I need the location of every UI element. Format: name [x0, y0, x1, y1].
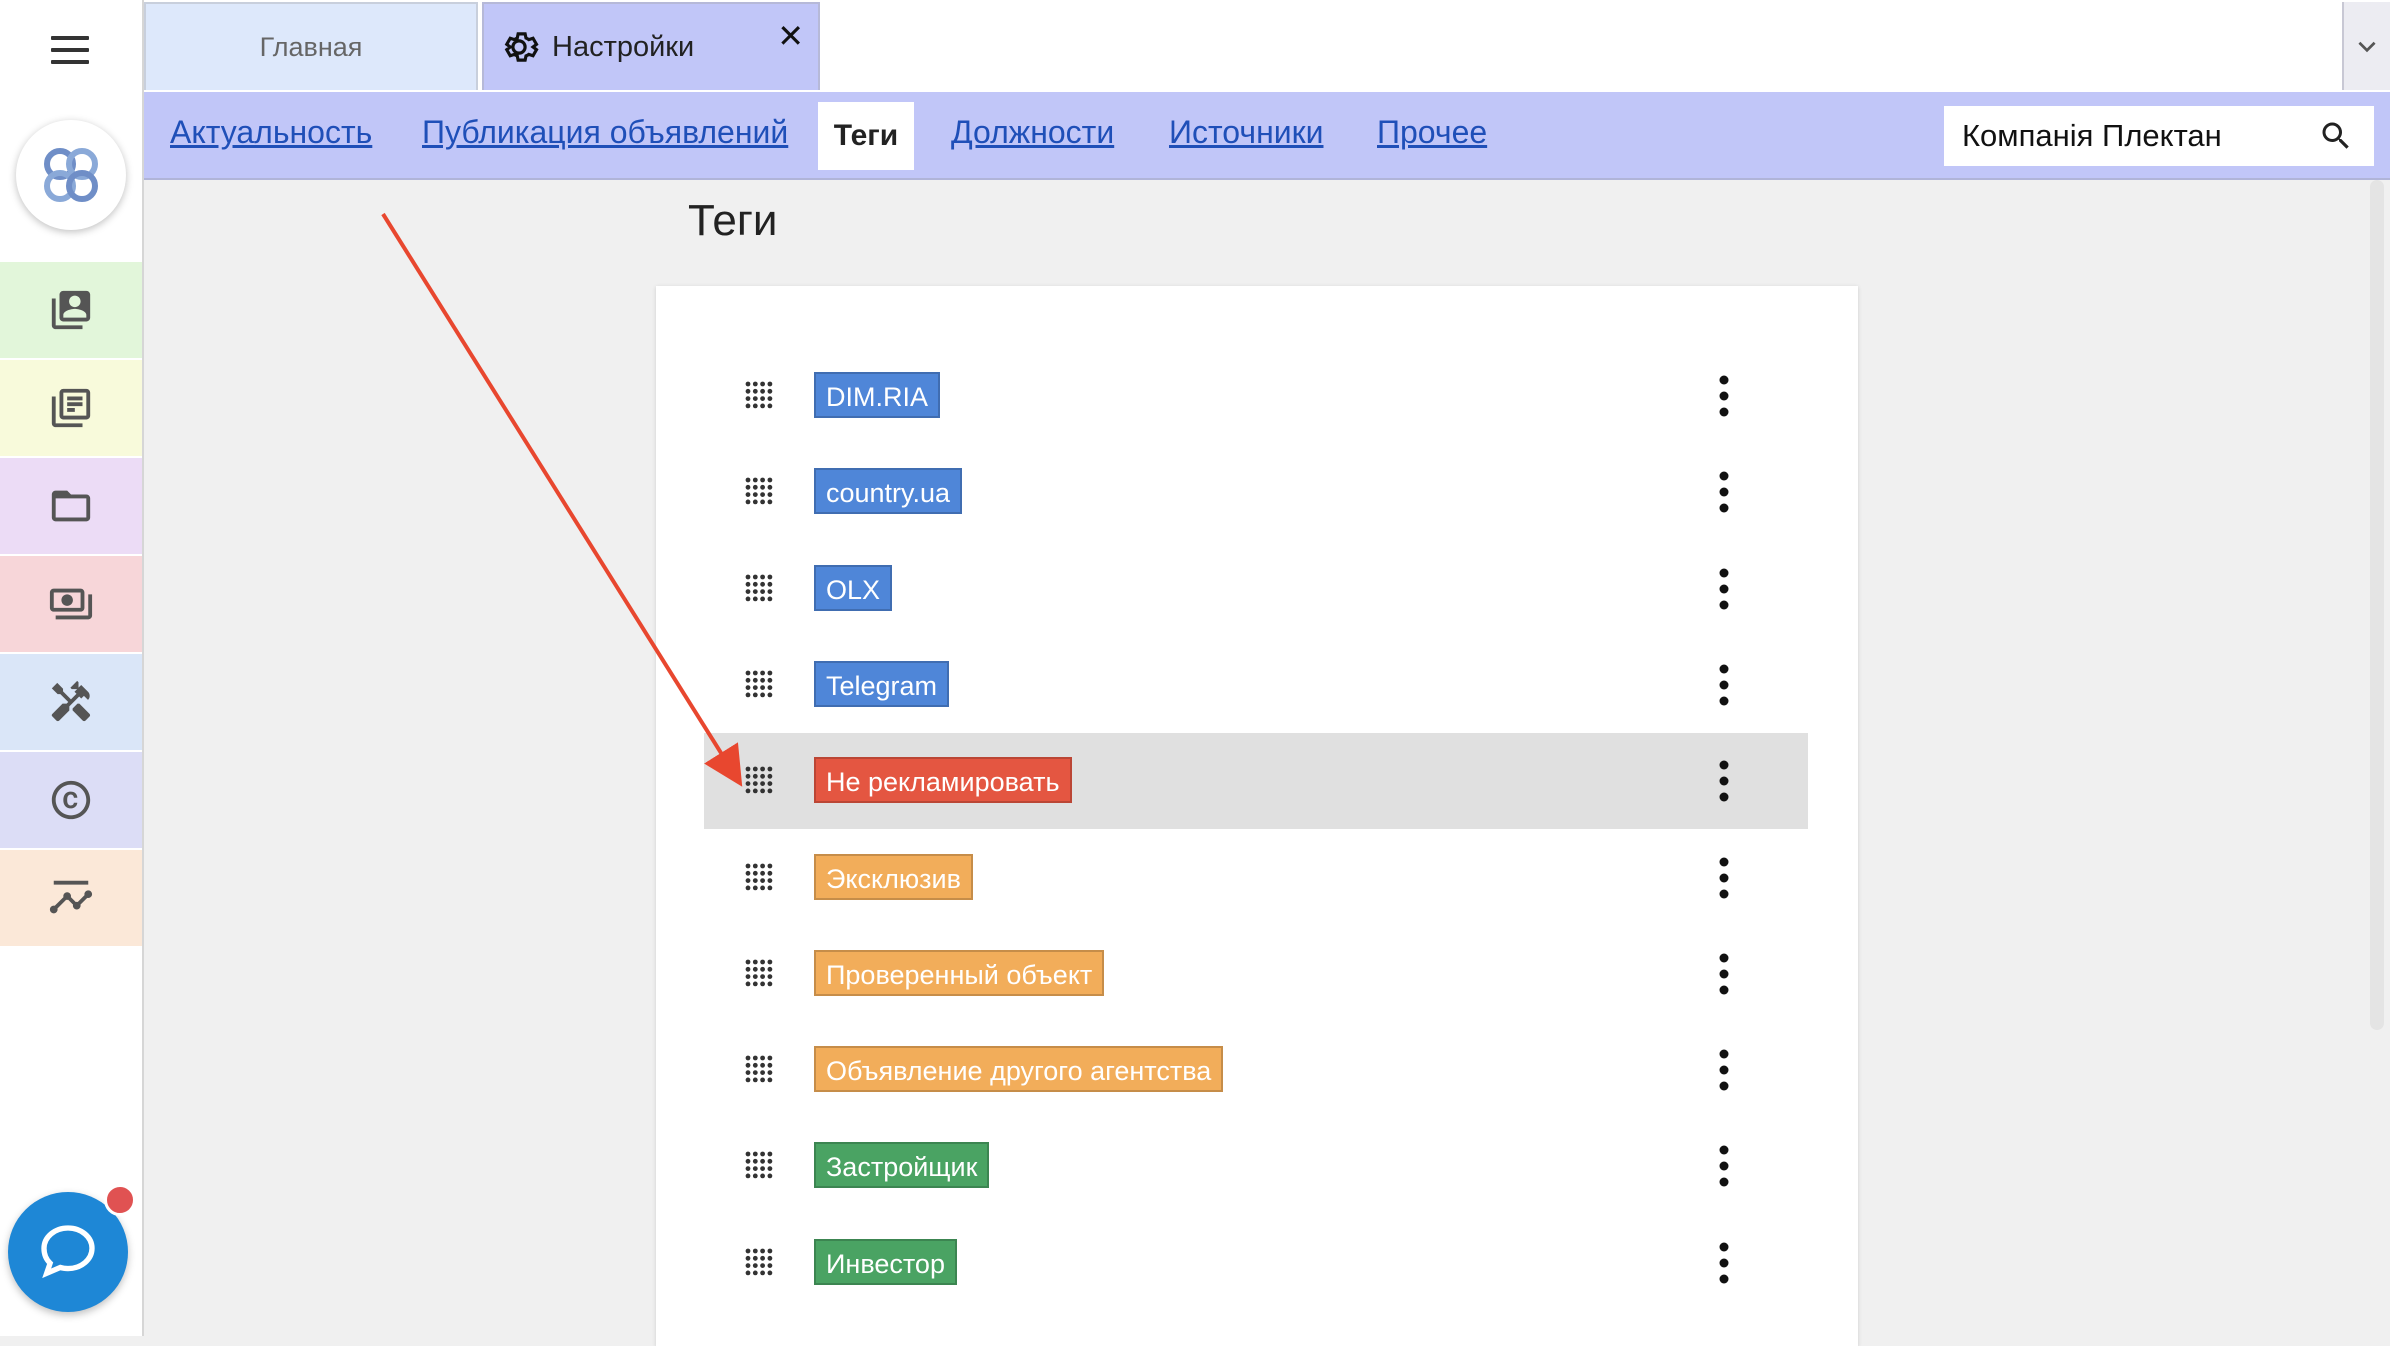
notification-badge: [104, 1184, 136, 1216]
more-vert-icon[interactable]: [1716, 950, 1732, 998]
listings-icon: [51, 388, 91, 428]
tab-label: Главная: [259, 31, 363, 62]
subnav-link-other[interactable]: Прочее: [1377, 114, 1487, 151]
page-title: Теги: [688, 196, 778, 245]
tab-bar: Главная Настройки ✕: [144, 0, 2390, 92]
sidebar-item-analytics[interactable]: [0, 850, 142, 946]
tag-row[interactable]: Telegram: [704, 637, 1808, 733]
sidebar-item-contacts[interactable]: [0, 262, 142, 358]
scrollbar-thumb[interactable]: [2370, 180, 2384, 1030]
subnav-link-publication[interactable]: Публикация объявлений: [422, 114, 788, 151]
menu-icon[interactable]: [51, 36, 89, 64]
tag-chip[interactable]: Объявление другого агентства: [814, 1046, 1224, 1093]
subnav-link-relevance[interactable]: Актуальность: [170, 114, 372, 151]
drag-handle-icon[interactable]: [744, 1247, 774, 1277]
tag-row[interactable]: country.ua: [704, 444, 1808, 540]
company-search: [1944, 106, 2374, 166]
folder-icon: [51, 490, 91, 522]
tags-list-card: DIM.RIA country.ua OLX Telegram Не рекламиро…: [656, 286, 1858, 1346]
more-vert-icon[interactable]: [1716, 661, 1732, 709]
tag-chip[interactable]: Застройщик: [814, 1142, 990, 1189]
drag-handle-icon[interactable]: [744, 1150, 774, 1180]
tag-row[interactable]: Застройщик: [704, 1118, 1808, 1214]
gear-icon: [504, 32, 539, 62]
tag-row[interactable]: Эксклюзив: [704, 830, 1808, 926]
drag-handle-icon[interactable]: [744, 862, 774, 892]
sidebar-item-finance[interactable]: [0, 556, 142, 652]
tag-chip[interactable]: Проверенный объект: [814, 949, 1105, 996]
tag-chip[interactable]: Инвестор: [814, 1238, 957, 1285]
app-logo[interactable]: [16, 120, 126, 230]
chat-bubble-icon: [41, 1225, 95, 1279]
more-vert-icon[interactable]: [1716, 757, 1732, 805]
analytics-icon: [49, 880, 93, 914]
more-vert-icon[interactable]: [1716, 468, 1732, 516]
drag-handle-icon[interactable]: [744, 669, 774, 699]
sidebar-item-listings[interactable]: [0, 360, 142, 456]
copyright-icon: [51, 780, 91, 820]
more-vert-icon[interactable]: [1716, 372, 1732, 420]
tools-icon: [51, 680, 91, 722]
more-vert-icon[interactable]: [1716, 1046, 1732, 1094]
tag-row[interactable]: DIM.RIA: [704, 348, 1808, 444]
tab-settings[interactable]: Настройки ✕: [482, 2, 820, 90]
drag-handle-icon[interactable]: [744, 476, 774, 506]
more-vert-icon[interactable]: [1716, 1142, 1732, 1190]
tab-label: Настройки: [552, 30, 695, 63]
tag-row[interactable]: Проверенный объект: [704, 926, 1808, 1022]
subnav-tab-tags-active[interactable]: Теги: [818, 102, 914, 170]
more-vert-icon[interactable]: [1716, 565, 1732, 613]
tag-chip[interactable]: country.ua: [814, 468, 963, 515]
drag-handle-icon[interactable]: [744, 765, 774, 795]
subnav-link-sources[interactable]: Источники: [1169, 114, 1323, 151]
left-rail: [0, 0, 144, 1336]
tag-row[interactable]: Объявление другого агентства: [704, 1022, 1808, 1118]
drag-handle-icon[interactable]: [744, 1054, 774, 1084]
tag-row[interactable]: Не рекламировать: [704, 733, 1808, 830]
subnav-link-positions[interactable]: Должности: [951, 114, 1114, 151]
tag-chip[interactable]: Не рекламировать: [814, 757, 1072, 804]
drag-handle-icon[interactable]: [744, 573, 774, 603]
tag-chip[interactable]: OLX: [814, 564, 893, 611]
drag-handle-icon[interactable]: [744, 958, 774, 988]
tag-chip[interactable]: Telegram: [814, 660, 950, 707]
tab-overflow-button[interactable]: [2342, 2, 2390, 90]
tag-chip[interactable]: Эксклюзив: [814, 853, 973, 900]
tab-home[interactable]: Главная: [144, 2, 478, 90]
logo-icon: [44, 148, 98, 202]
company-search-input[interactable]: [1960, 117, 2304, 155]
tag-row[interactable]: OLX: [704, 541, 1808, 637]
chevron-down-icon: [2358, 41, 2376, 53]
sidebar-item-folders[interactable]: [0, 458, 142, 554]
sidebar-item-copyright[interactable]: [0, 752, 142, 848]
settings-subnav: Актуальность Публикация объявлений Теги …: [144, 92, 2390, 180]
tag-row[interactable]: Инвестор: [704, 1215, 1808, 1311]
search-icon[interactable]: [2318, 118, 2354, 154]
tag-chip[interactable]: DIM.RIA: [814, 372, 941, 418]
sidebar-item-settings-tools[interactable]: [0, 654, 142, 750]
drag-handle-icon[interactable]: [744, 380, 774, 410]
more-vert-icon[interactable]: [1716, 854, 1732, 902]
contacts-icon: [51, 290, 91, 330]
money-icon: [49, 588, 93, 620]
close-icon[interactable]: ✕: [777, 20, 804, 52]
more-vert-icon[interactable]: [1716, 1239, 1732, 1287]
